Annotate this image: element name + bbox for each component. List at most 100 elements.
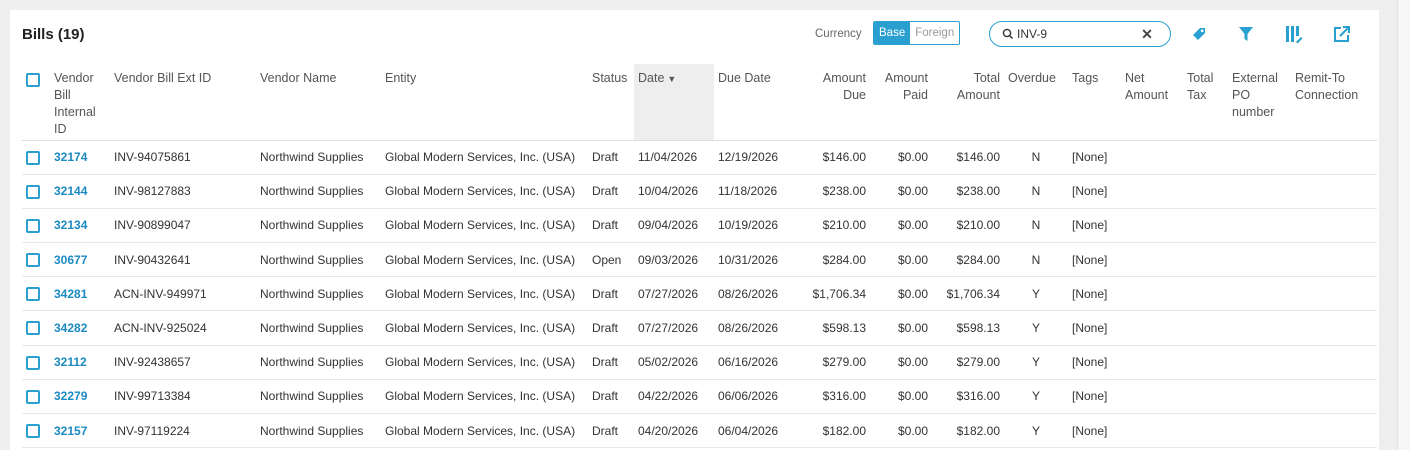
table-header-row: Vendor Bill Internal ID Vendor Bill Ext … [22,64,1377,141]
total-amount-cell: $182.00 [932,413,1004,449]
status-cell: Draft [588,276,634,312]
select-all-checkbox[interactable] [26,72,40,87]
column-header[interactable]: Overdue [1004,64,1068,141]
table-row[interactable]: 30677 INV-90432641 Northwind Supplies Globa… [22,242,1377,278]
table-row[interactable]: 32144 INV-98127883 Northwind Supplies Globa… [22,174,1377,209]
column-header-date[interactable]: Date ▼ [634,64,714,141]
row-checkbox[interactable] [26,150,40,165]
amount-due-cell: $146.00 [794,140,870,175]
empty-cell [1121,310,1183,346]
amount-due-cell: $598.13 [794,310,870,346]
internal-id-link[interactable]: 32144 [50,174,110,209]
column-header[interactable]: Vendor Bill Internal ID [50,64,110,141]
row-checkbox[interactable] [26,355,40,370]
entity-cell: Global Modern Services, Inc. (USA) [381,345,588,380]
total-amount-cell: $146.00 [932,140,1004,175]
column-header[interactable]: Due Date [714,64,794,141]
column-header[interactable]: Remit-To Connection [1291,64,1377,141]
columns-icon[interactable] [1284,24,1304,44]
column-header[interactable]: Total Tax [1183,64,1228,141]
column-header[interactable]: Vendor Name [256,64,381,141]
empty-cell [1183,140,1228,175]
column-header[interactable]: Tags [1068,64,1121,141]
internal-id-link[interactable]: 32112 [50,345,110,380]
ext-id-cell: INV-97119224 [110,413,256,449]
ext-id-cell: INV-90899047 [110,208,256,244]
internal-id-link[interactable]: 34281 [50,276,110,312]
column-header[interactable]: Amount Paid [870,64,932,141]
filter-icon[interactable] [1236,24,1256,44]
column-header[interactable]: External PO number [1228,64,1291,141]
tag-icon[interactable] [1189,24,1209,44]
amount-paid-cell: $0.00 [870,413,932,449]
empty-cell [1291,242,1377,278]
tags-cell: [None] [1068,379,1121,415]
due-date-cell: 06/16/2026 [714,345,794,380]
column-header[interactable]: Entity [381,64,588,141]
amount-paid-cell: $0.00 [870,345,932,380]
export-icon[interactable] [1332,24,1352,44]
sort-desc-icon: ▼ [667,74,677,84]
row-checkbox[interactable] [26,424,40,438]
row-checkbox[interactable] [26,287,40,302]
amount-due-cell: $1,706.34 [794,276,870,312]
row-checkbox[interactable] [26,321,40,336]
tags-cell: [None] [1068,174,1121,209]
table-row[interactable]: 32157 INV-97119224 Northwind Supplies Globa… [22,413,1377,449]
row-checkbox[interactable] [26,253,40,268]
vendor-name-cell: Northwind Supplies [256,345,381,380]
amount-due-cell: $279.00 [794,345,870,380]
column-header[interactable]: Status [588,64,634,141]
date-cell: 07/27/2026 [634,276,714,312]
column-header[interactable]: Net Amount [1121,64,1183,141]
due-date-cell: 08/26/2026 [714,310,794,346]
amount-due-cell: $210.00 [794,208,870,244]
row-select-cell [22,140,50,175]
internal-id-link[interactable]: 32279 [50,379,110,415]
empty-cell [1228,242,1291,278]
currency-base-button[interactable]: Base [874,22,911,44]
empty-cell [1228,140,1291,175]
vendor-name-cell: Northwind Supplies [256,310,381,346]
internal-id-link[interactable]: 32157 [50,413,110,449]
clear-search-icon[interactable]: ✕ [1140,26,1154,42]
table-row[interactable]: 34281 ACN-INV-949971 Northwind Supplies Glo… [22,276,1377,312]
empty-cell [1121,174,1183,209]
due-date-cell: 12/19/2026 [714,140,794,175]
date-cell: 04/20/2026 [634,413,714,449]
row-checkbox[interactable] [26,184,40,199]
entity-cell: Global Modern Services, Inc. (USA) [381,208,588,244]
internal-id-link[interactable]: 34282 [50,310,110,346]
internal-id-link[interactable]: 32134 [50,208,110,244]
status-cell: Draft [588,413,634,449]
table-row[interactable]: 32112 INV-92438657 Northwind Supplies Globa… [22,345,1377,380]
scrollbar[interactable] [1397,0,1410,450]
column-header[interactable]: Amount Due [794,64,870,141]
table-row[interactable]: 32279 INV-99713384 Northwind Supplies Globa… [22,379,1377,415]
internal-id-link[interactable]: 32174 [50,140,110,175]
currency-foreign-button[interactable]: Foreign [910,22,960,44]
internal-id-link[interactable]: 30677 [50,242,110,278]
table-row[interactable]: 32174 INV-94075861 Northwind Supplies Globa… [22,140,1377,175]
entity-cell: Global Modern Services, Inc. (USA) [381,413,588,449]
empty-cell [1228,345,1291,380]
search-input[interactable] [1017,26,1137,42]
row-checkbox[interactable] [26,389,40,404]
row-select-cell [22,242,50,278]
table-row[interactable]: 34282 ACN-INV-925024 Northwind Supplies Glo… [22,310,1377,346]
column-header[interactable]: Vendor Bill Ext ID [110,64,256,141]
ext-id-cell: INV-99713384 [110,379,256,415]
vendor-name-cell: Northwind Supplies [256,208,381,244]
date-cell: 07/27/2026 [634,310,714,346]
ext-id-cell: INV-90432641 [110,242,256,278]
currency-label: Currency [815,28,862,40]
column-header[interactable]: Total Amount [932,64,1004,141]
empty-cell [1121,242,1183,278]
row-checkbox[interactable] [26,218,40,233]
empty-cell [1183,310,1228,346]
tags-cell: [None] [1068,140,1121,175]
overdue-cell: N [1004,140,1068,175]
table-row[interactable]: 32134 INV-90899047 Northwind Supplies Globa… [22,208,1377,244]
row-select-cell [22,345,50,380]
empty-cell [1228,310,1291,346]
